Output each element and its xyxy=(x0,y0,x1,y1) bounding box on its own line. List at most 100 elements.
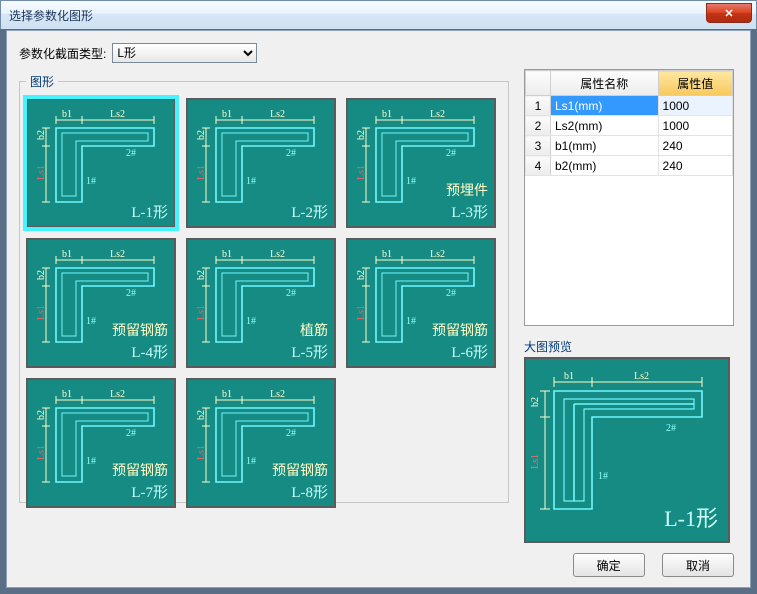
svg-text:Ls2: Ls2 xyxy=(270,249,285,260)
cancel-button[interactable]: 取消 xyxy=(662,553,734,577)
shape-thumb-5[interactable]: b1 Ls2 b2 Ls1 2# 1# 植筋L-5形 xyxy=(186,238,336,368)
svg-text:Ls1: Ls1 xyxy=(356,165,367,180)
svg-text:Ls2: Ls2 xyxy=(430,249,445,260)
titlebar: 选择参数化图形 ✕ xyxy=(0,0,757,29)
svg-text:b1: b1 xyxy=(382,249,392,260)
shape-sub: 预留钢筋 xyxy=(112,460,168,480)
svg-text:2#: 2# xyxy=(286,428,296,439)
property-row[interactable]: 4b2(mm)240 xyxy=(526,156,733,176)
svg-text:1#: 1# xyxy=(86,456,96,467)
svg-text:1#: 1# xyxy=(406,316,416,327)
svg-text:1#: 1# xyxy=(86,176,96,187)
svg-text:b1: b1 xyxy=(62,389,72,400)
row-index: 3 xyxy=(526,136,551,156)
shape-sub: 预留钢筋 xyxy=(432,320,488,340)
shape-thumb-8[interactable]: b1 Ls2 b2 Ls1 2# 1# 预留钢筋L-8形 xyxy=(186,378,336,508)
preview-label: 大图预览 xyxy=(524,338,734,355)
svg-text:Ls2: Ls2 xyxy=(634,371,649,382)
property-row[interactable]: 3b1(mm)240 xyxy=(526,136,733,156)
svg-text:b2: b2 xyxy=(530,397,541,407)
svg-text:b1: b1 xyxy=(564,371,574,382)
svg-text:1#: 1# xyxy=(246,176,256,187)
window-title: 选择参数化图形 xyxy=(9,7,706,24)
svg-text:Ls1: Ls1 xyxy=(36,305,47,320)
svg-text:Ls2: Ls2 xyxy=(270,109,285,120)
shape-sub: 植筋 xyxy=(300,320,328,340)
svg-text:Ls1: Ls1 xyxy=(36,445,47,460)
shape-thumb-1[interactable]: b1 Ls2 b2 Ls1 2# 1# L-1形 xyxy=(26,98,176,228)
svg-text:Ls1: Ls1 xyxy=(196,165,207,180)
shape-thumb-6[interactable]: b1 Ls2 b2 Ls1 2# 1# 预留钢筋L-6形 xyxy=(346,238,496,368)
svg-text:Ls2: Ls2 xyxy=(110,109,125,120)
shape-thumb-3[interactable]: b1 Ls2 b2 Ls1 2# 1# 预埋件L-3形 xyxy=(346,98,496,228)
svg-text:Ls2: Ls2 xyxy=(110,249,125,260)
svg-text:b2: b2 xyxy=(196,410,207,420)
svg-text:Ls1: Ls1 xyxy=(530,454,541,469)
shape-thumb-7[interactable]: b1 Ls2 b2 Ls1 2# 1# 预留钢筋L-7形 xyxy=(26,378,176,508)
svg-text:1#: 1# xyxy=(598,471,608,482)
close-icon: ✕ xyxy=(724,7,733,20)
prop-value[interactable]: 1000 xyxy=(658,116,732,136)
col-value: 属性值 xyxy=(658,71,732,96)
shape-caption: L-8形 xyxy=(291,481,328,502)
svg-text:b1: b1 xyxy=(62,109,72,120)
property-table-wrap: 属性名称 属性值 1Ls1(mm)10002Ls2(mm)10003b1(mm)… xyxy=(524,69,734,326)
property-row[interactable]: 2Ls2(mm)1000 xyxy=(526,116,733,136)
property-table[interactable]: 属性名称 属性值 1Ls1(mm)10002Ls2(mm)10003b1(mm)… xyxy=(525,70,733,176)
dialog-buttons: 确定 取消 xyxy=(559,553,734,577)
prop-name: b2(mm) xyxy=(551,156,659,176)
svg-text:b2: b2 xyxy=(356,270,367,280)
svg-text:Ls1: Ls1 xyxy=(196,305,207,320)
prop-value[interactable]: 1000 xyxy=(658,96,732,116)
svg-text:b1: b1 xyxy=(222,109,232,120)
svg-text:Ls1: Ls1 xyxy=(36,165,47,180)
shape-caption: L-3形 xyxy=(451,201,488,222)
svg-text:b2: b2 xyxy=(36,410,47,420)
close-button[interactable]: ✕ xyxy=(706,3,752,23)
shapes-group: 图形 b1 Ls2 b2 Ls1 2# 1# L-1形 b1 Ls2 b2 Ls… xyxy=(19,73,509,503)
row-index: 2 xyxy=(526,116,551,136)
svg-text:b2: b2 xyxy=(356,130,367,140)
svg-text:1#: 1# xyxy=(246,456,256,467)
type-row: 参数化截面类型: L形 xyxy=(19,43,738,63)
ok-button[interactable]: 确定 xyxy=(573,553,645,577)
svg-text:2#: 2# xyxy=(446,148,456,159)
shape-thumb-2[interactable]: b1 Ls2 b2 Ls1 2# 1# L-2形 xyxy=(186,98,336,228)
preview-panel: b1 Ls2 b2 Ls1 2# xyxy=(524,357,730,543)
svg-text:b2: b2 xyxy=(36,130,47,140)
shapes-legend: 图形 xyxy=(26,73,58,90)
section-type-select[interactable]: L形 xyxy=(112,43,257,63)
shape-thumb-4[interactable]: b1 Ls2 b2 Ls1 2# 1# 预留钢筋L-4形 xyxy=(26,238,176,368)
shape-caption: L-6形 xyxy=(451,341,488,362)
svg-text:2#: 2# xyxy=(126,288,136,299)
shape-caption: L-7形 xyxy=(131,481,168,502)
svg-text:b2: b2 xyxy=(196,270,207,280)
svg-text:2#: 2# xyxy=(666,423,676,434)
shape-caption: L-1形 xyxy=(131,201,168,222)
shape-sub: 预埋件 xyxy=(446,180,488,200)
prop-value[interactable]: 240 xyxy=(658,156,732,176)
preview-caption: L-1形 xyxy=(664,501,718,533)
svg-text:b1: b1 xyxy=(222,249,232,260)
section-type-label: 参数化截面类型: xyxy=(19,45,106,62)
shape-caption: L-2形 xyxy=(291,201,328,222)
property-row[interactable]: 1Ls1(mm)1000 xyxy=(526,96,733,116)
svg-text:b2: b2 xyxy=(36,270,47,280)
client-area: 参数化截面类型: L形 图形 b1 Ls2 b2 Ls1 2# 1# L-1形 … xyxy=(6,30,751,588)
shape-caption: L-4形 xyxy=(131,341,168,362)
svg-text:b1: b1 xyxy=(222,389,232,400)
prop-value[interactable]: 240 xyxy=(658,136,732,156)
svg-text:Ls1: Ls1 xyxy=(356,305,367,320)
svg-text:Ls2: Ls2 xyxy=(430,109,445,120)
svg-text:1#: 1# xyxy=(246,316,256,327)
prop-name: Ls2(mm) xyxy=(551,116,659,136)
row-index: 1 xyxy=(526,96,551,116)
shape-sub: 预留钢筋 xyxy=(272,460,328,480)
svg-text:1#: 1# xyxy=(86,316,96,327)
svg-text:b1: b1 xyxy=(62,249,72,260)
shape-sub: 预留钢筋 xyxy=(112,320,168,340)
svg-text:2#: 2# xyxy=(126,428,136,439)
svg-text:b1: b1 xyxy=(382,109,392,120)
svg-text:b2: b2 xyxy=(196,130,207,140)
svg-text:2#: 2# xyxy=(286,148,296,159)
